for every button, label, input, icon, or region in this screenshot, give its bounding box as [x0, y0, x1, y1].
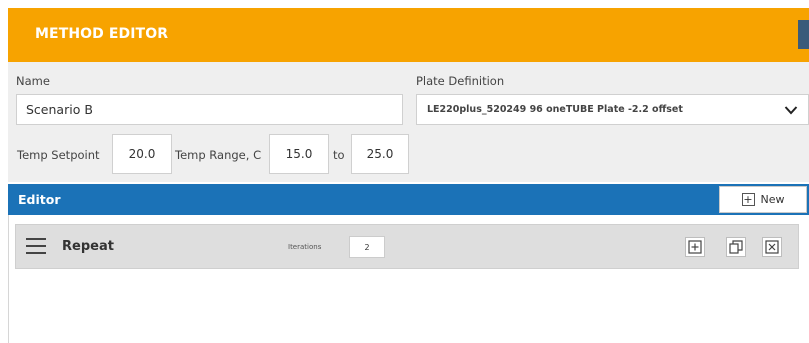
close-square-icon — [765, 240, 779, 254]
remove-step-button[interactable] — [762, 237, 782, 257]
name-field[interactable]: Scenario B — [16, 94, 403, 125]
editor-title: Editor — [18, 192, 61, 207]
hamburger-icon[interactable] — [26, 238, 46, 255]
plus-square-icon: + — [741, 193, 755, 206]
chevron-down-icon — [784, 106, 798, 115]
plate-definition-label: Plate Definition — [416, 74, 505, 88]
copy-icon — [729, 240, 743, 254]
plate-definition-select[interactable]: LE220plus_520249 96 oneTUBE Plate -2.2 o… — [416, 94, 809, 125]
repeat-step[interactable]: Repeat Iterations 2 — [15, 224, 799, 269]
add-step-button[interactable] — [685, 237, 705, 257]
temp-range-to-label: to — [333, 148, 345, 162]
iterations-label: Iterations — [288, 243, 322, 251]
new-button[interactable]: + New — [719, 186, 807, 213]
method-form: Name Scenario B Plate Definition LE220pl… — [8, 62, 809, 182]
temp-range-max-field[interactable]: 25.0 — [351, 134, 409, 174]
temp-range-label: Temp Range, C — [175, 148, 262, 162]
page-title: METHOD EDITOR — [35, 26, 169, 42]
plus-square-icon — [688, 240, 702, 254]
new-button-label: New — [760, 193, 785, 206]
duplicate-step-button[interactable] — [726, 237, 746, 257]
app-header: METHOD EDITOR — [8, 8, 809, 62]
temp-range-min-field[interactable]: 15.0 — [269, 134, 329, 174]
header-action-button[interactable] — [798, 20, 809, 49]
repeat-step-label: Repeat — [62, 239, 114, 254]
name-label: Name — [16, 74, 50, 88]
plate-definition-value: LE220plus_520249 96 oneTUBE Plate -2.2 o… — [427, 104, 683, 115]
temp-setpoint-field[interactable]: 20.0 — [112, 134, 172, 174]
iterations-field[interactable]: 2 — [349, 236, 385, 258]
editor-bar: Editor — [8, 184, 809, 215]
temp-setpoint-label: Temp Setpoint — [17, 148, 100, 162]
